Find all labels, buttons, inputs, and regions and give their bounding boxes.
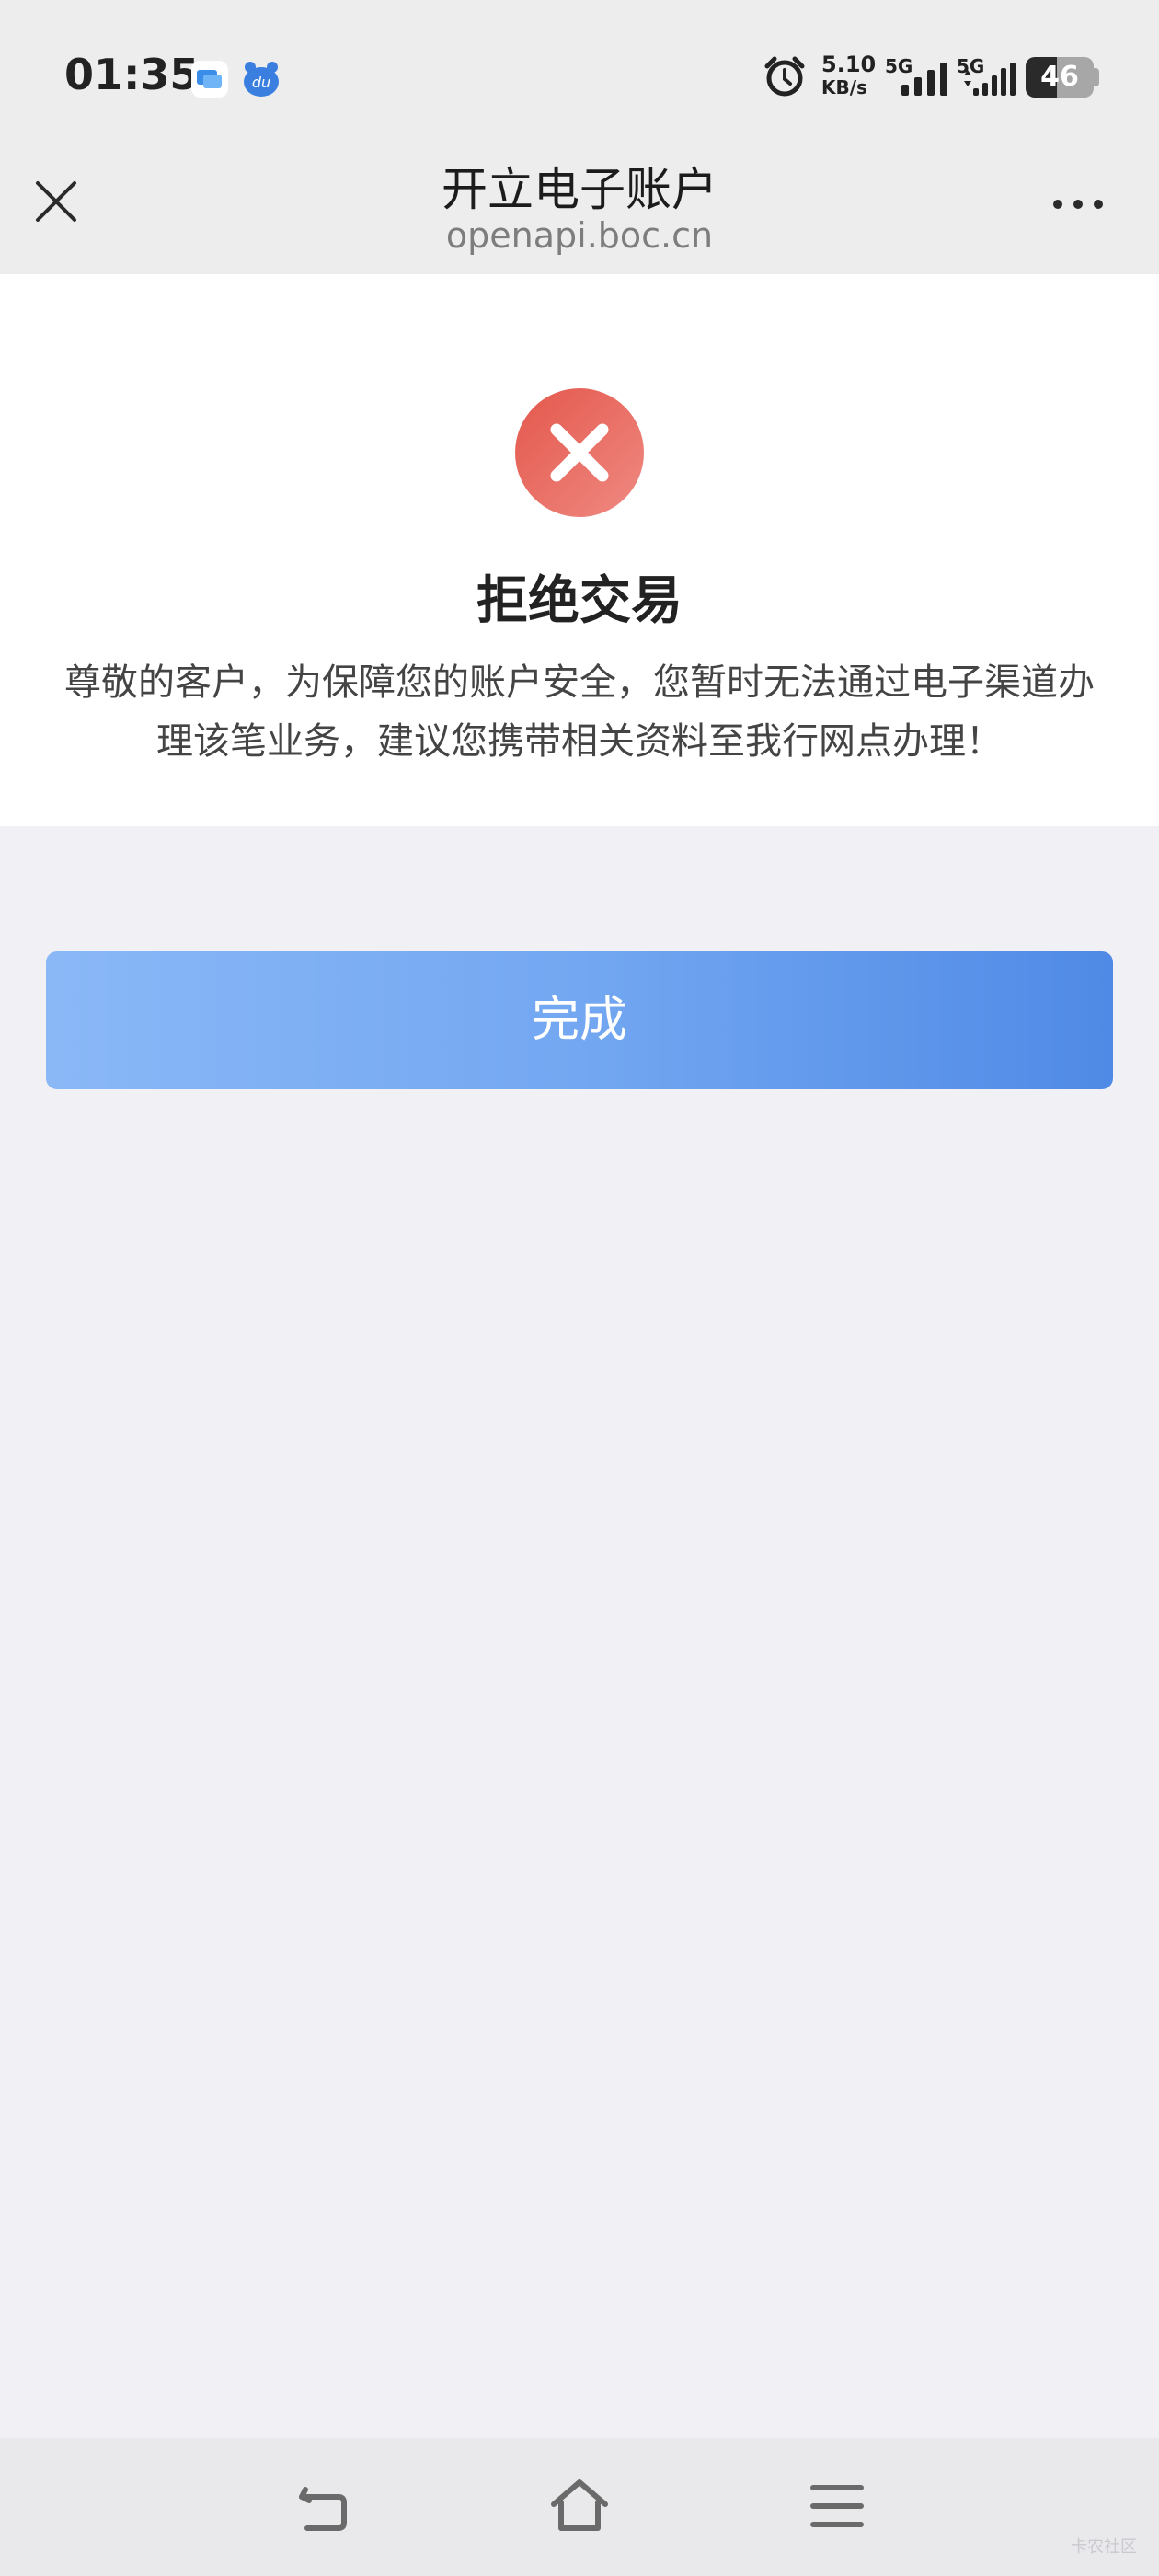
nav-bar: 开立电子账户 openapi.boc.cn [0, 138, 1159, 274]
back-icon[interactable] [293, 2477, 353, 2537]
baidu-app-icon: du [241, 59, 281, 99]
page-url: openapi.boc.cn [445, 215, 714, 256]
net-speed-unit: KB/s [821, 76, 867, 98]
net-speed: 5.10 KB/s [821, 53, 886, 99]
more-options-icon[interactable] [1049, 195, 1107, 213]
menu-icon[interactable] [809, 2480, 865, 2532]
system-nav-bar [0, 2438, 1159, 2576]
error-x-icon [513, 386, 646, 519]
sim1-signal-icon [898, 57, 955, 99]
alarm-icon [762, 53, 808, 99]
result-message: 尊敬的客户，为保障您的账户安全，您暂时无法通过电子渠道办理该笔业务，建议您携带相… [64, 661, 1095, 763]
battery-icon: 46 [1026, 57, 1094, 98]
result-card: 拒绝交易 尊敬的客户，为保障您的账户安全，您暂时无法通过电子渠道办理该笔业务，建… [0, 274, 1159, 826]
message-app-icon [191, 61, 228, 98]
status-bar: 01:35 du 5.10 KB/s 5G 5G 46 [0, 0, 1159, 138]
svg-text:du: du [252, 74, 270, 91]
sim2-signal-icon [960, 57, 1017, 99]
battery-tip [1094, 68, 1099, 86]
result-title: 拒绝交易 [476, 571, 683, 631]
watermark: 卡农社区 [1071, 2537, 1137, 2557]
page-title: 开立电子账户 [442, 163, 717, 216]
battery-percent: 46 [1040, 61, 1079, 93]
done-button[interactable]: 完成 [46, 951, 1113, 1089]
home-icon[interactable] [548, 2475, 611, 2537]
status-time: 01:35 [64, 50, 200, 99]
net-speed-value: 5.10 [821, 52, 877, 77]
